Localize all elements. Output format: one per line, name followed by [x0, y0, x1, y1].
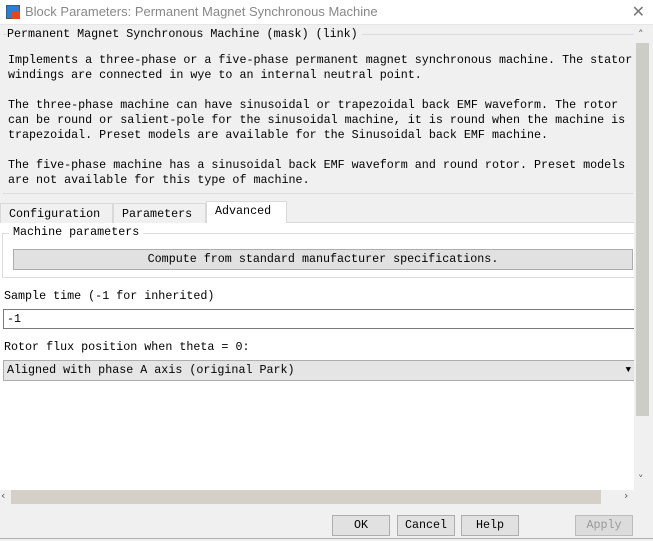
description-legend: Permanent Magnet Synchronous Machine (ma…	[7, 27, 362, 41]
tab-parameters[interactable]: Parameters	[113, 203, 206, 223]
description-paragraph: The three-phase machine can have sinusoi…	[8, 98, 626, 142]
ok-button[interactable]: OK	[332, 515, 390, 536]
apply-button[interactable]: Apply	[575, 515, 633, 536]
rotor-flux-label: Rotor flux position when theta = 0:	[4, 340, 250, 354]
scroll-up-icon[interactable]: ˄	[638, 28, 644, 41]
tab-advanced[interactable]: Advanced	[206, 201, 287, 223]
scroll-down-icon[interactable]: ˅	[638, 473, 644, 486]
sample-time-input[interactable]: -1	[3, 309, 634, 329]
vertical-scrollbar[interactable]: ˄ ˅	[634, 27, 651, 490]
title-bar: Block Parameters: Permanent Magnet Synch…	[0, 0, 653, 25]
cancel-button[interactable]: Cancel	[397, 515, 455, 536]
scroll-right-icon[interactable]: ›	[624, 489, 628, 502]
advanced-panel: Machine parameters Compute from standard…	[0, 222, 634, 490]
help-button[interactable]: Help	[461, 515, 519, 536]
description-paragraph: The five-phase machine has a sinusoidal …	[8, 158, 626, 187]
simulink-block-icon	[6, 5, 20, 19]
tab-configuration[interactable]: Configuration	[0, 203, 113, 223]
description-group: Permanent Magnet Synchronous Machine (ma…	[3, 27, 633, 194]
window-bottom-border	[0, 538, 653, 539]
dropdown-arrow-icon: ▼	[625, 365, 631, 375]
machine-parameters-group: Machine parameters Compute from standard…	[2, 225, 634, 278]
compute-button[interactable]: Compute from standard manufacturer speci…	[13, 249, 633, 270]
rotor-flux-select[interactable]: Aligned with phase A axis (original Park…	[3, 360, 634, 381]
window-title: Block Parameters: Permanent Magnet Synch…	[25, 4, 378, 19]
sample-time-label: Sample time (-1 for inherited)	[4, 289, 215, 303]
machine-parameters-legend: Machine parameters	[9, 225, 144, 239]
description-paragraph: Implements a three-phase or a five-phase…	[8, 53, 633, 82]
close-icon[interactable]: ✕	[632, 2, 645, 21]
vertical-scroll-thumb[interactable]	[636, 43, 649, 416]
horizontal-scroll-thumb[interactable]	[11, 490, 601, 504]
scroll-left-icon[interactable]: ‹	[1, 489, 5, 502]
horizontal-scrollbar[interactable]: ‹ ›	[0, 489, 634, 504]
rotor-flux-value: Aligned with phase A axis (original Park…	[7, 363, 295, 377]
